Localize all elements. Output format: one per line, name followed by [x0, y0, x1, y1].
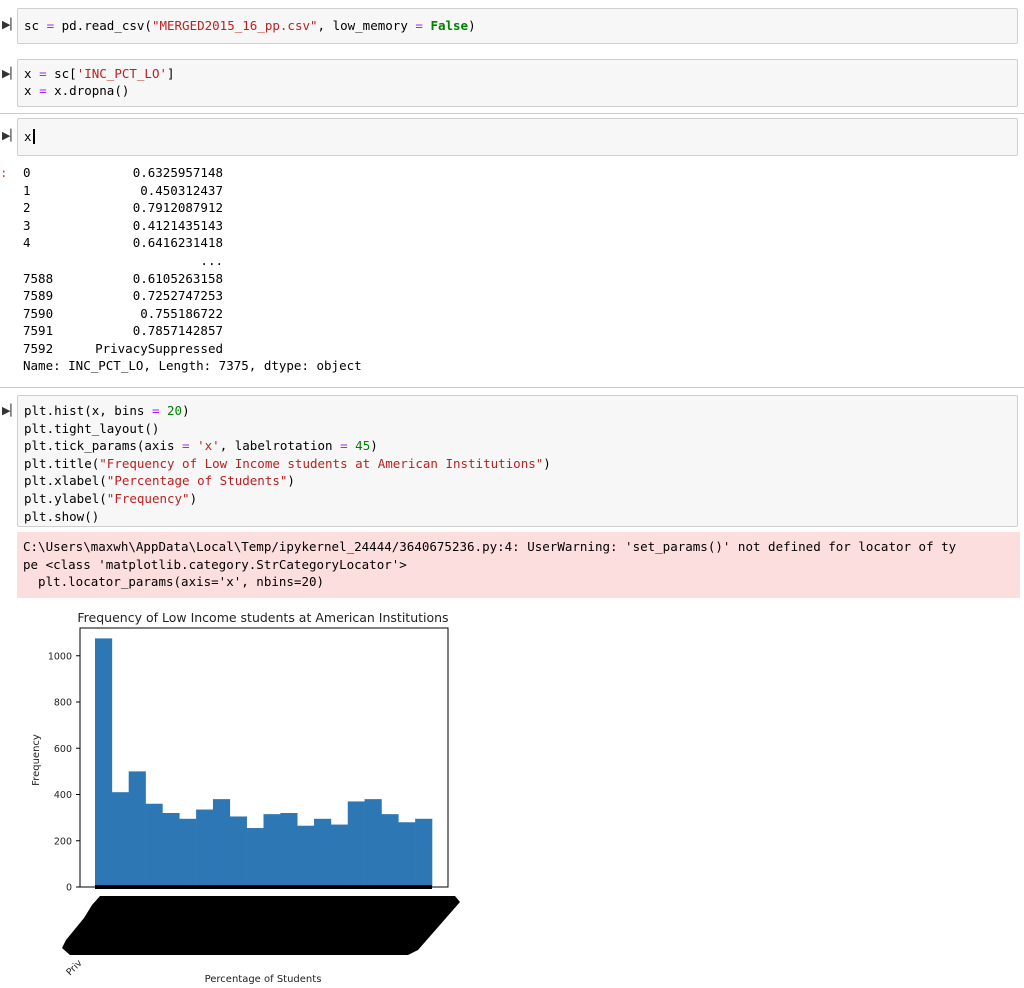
histogram-bar	[314, 819, 331, 887]
code-line: x	[24, 128, 35, 146]
histogram-bar	[348, 801, 365, 887]
x-tick-labels-overlap	[62, 896, 460, 955]
histogram-bar	[297, 826, 314, 887]
histogram-bar	[381, 814, 398, 887]
histogram-bar	[280, 813, 297, 887]
cell-1-input[interactable]: sc = pd.read_csv("MERGED2015_16_pp.csv",…	[17, 8, 1018, 44]
y-tick-label: 400	[54, 790, 72, 801]
histogram-bar	[196, 810, 213, 887]
histogram-bar	[247, 828, 264, 887]
series-value: 0.755186722	[0, 305, 223, 323]
x-tick-marks	[95, 885, 432, 889]
histogram-bar	[162, 813, 179, 887]
cell-3-output: : 00.632595714810.45031243720.7912087912…	[0, 164, 1024, 379]
code-cell-3[interactable]: ▶▏ x	[0, 118, 1024, 156]
chart-title: Frequency of Low Income students at Amer…	[77, 610, 448, 625]
series-value: 0.7912087912	[0, 199, 223, 217]
code-line: x = x.dropna()	[24, 82, 129, 100]
y-tick-label: 800	[54, 698, 72, 709]
y-tick-label: 0	[66, 883, 72, 894]
series-value: 0.7857142857	[0, 322, 223, 340]
warning-output: C:\Users\maxwh\AppData\Local\Temp/ipyker…	[17, 532, 1020, 598]
histogram-bar	[398, 822, 415, 887]
x-tick-labels: Priv	[62, 885, 460, 978]
code-cell-4[interactable]: ▶▏ plt.hist(x, bins = 20) plt.tight_layo…	[0, 395, 1024, 527]
series-value: PrivacySuppressed	[0, 340, 223, 358]
cell-2-input[interactable]: x = sc['INC_PCT_LO'] x = x.dropna()	[17, 59, 1018, 107]
histogram-bar	[129, 771, 146, 887]
code-line: plt.ylabel("Frequency")	[24, 490, 197, 508]
histogram-bar	[331, 825, 348, 887]
text-cursor	[33, 129, 35, 144]
x-axis-label: Percentage of Students	[205, 974, 322, 985]
histogram-chart: Frequency of Low Income students at Amer…	[0, 600, 480, 988]
code-line: x = sc['INC_PCT_LO']	[24, 65, 175, 83]
histogram-bar	[112, 792, 129, 887]
histogram-bar	[230, 816, 247, 887]
histogram-bar	[264, 814, 281, 887]
histogram-bar	[415, 819, 432, 887]
series-value: 0.4121435143	[0, 217, 223, 235]
histogram-bar	[213, 799, 230, 887]
warning-text: pe <class 'matplotlib.category.StrCatego…	[23, 556, 407, 574]
cell-4-input[interactable]: plt.hist(x, bins = 20) plt.tight_layout(…	[17, 395, 1018, 527]
series-value: 0.7252747253	[0, 287, 223, 305]
code-line: plt.hist(x, bins = 20)	[24, 402, 190, 420]
cell-separator	[0, 387, 1024, 388]
histogram-bar	[95, 638, 112, 887]
warning-text: C:\Users\maxwh\AppData\Local\Temp/ipyker…	[23, 538, 956, 556]
series-value: 0.6325957148	[0, 164, 223, 182]
code-cell-2[interactable]: ▶▏ x = sc['INC_PCT_LO'] x = x.dropna()	[0, 59, 1024, 107]
histogram-bar	[365, 799, 382, 887]
histogram-bar	[146, 804, 163, 887]
code-line: sc = pd.read_csv("MERGED2015_16_pp.csv",…	[24, 17, 476, 35]
cell-separator	[0, 113, 1024, 114]
y-axis: 0 200 400 600 800 1000	[48, 651, 80, 893]
series-value: ...	[0, 252, 223, 270]
y-axis-label: Frequency	[31, 734, 42, 786]
code-line: plt.tick_params(axis = 'x', labelrotatio…	[24, 437, 378, 455]
y-tick-label: 200	[54, 836, 72, 847]
x-tick-label: Priv	[64, 958, 85, 979]
y-tick-label: 1000	[48, 651, 72, 662]
series-value: 0.450312437	[0, 182, 223, 200]
series-footer: Name: INC_PCT_LO, Length: 7375, dtype: o…	[23, 357, 362, 375]
code-line: plt.title("Frequency of Low Income stude…	[24, 455, 551, 473]
code-line: plt.tight_layout()	[24, 420, 159, 438]
code-cell-1[interactable]: ▶▏ sc = pd.read_csv("MERGED2015_16_pp.cs…	[0, 8, 1024, 44]
code-line: plt.xlabel("Percentage of Students")	[24, 472, 295, 490]
warning-text: plt.locator_params(axis='x', nbins=20)	[23, 573, 324, 591]
series-value: 0.6416231418	[0, 234, 223, 252]
y-tick-label: 600	[54, 744, 72, 755]
series-value: 0.6105263158	[0, 270, 223, 288]
histogram-bar	[179, 819, 196, 887]
code-line: plt.show()	[24, 508, 99, 526]
cell-3-input[interactable]: x	[17, 118, 1018, 156]
